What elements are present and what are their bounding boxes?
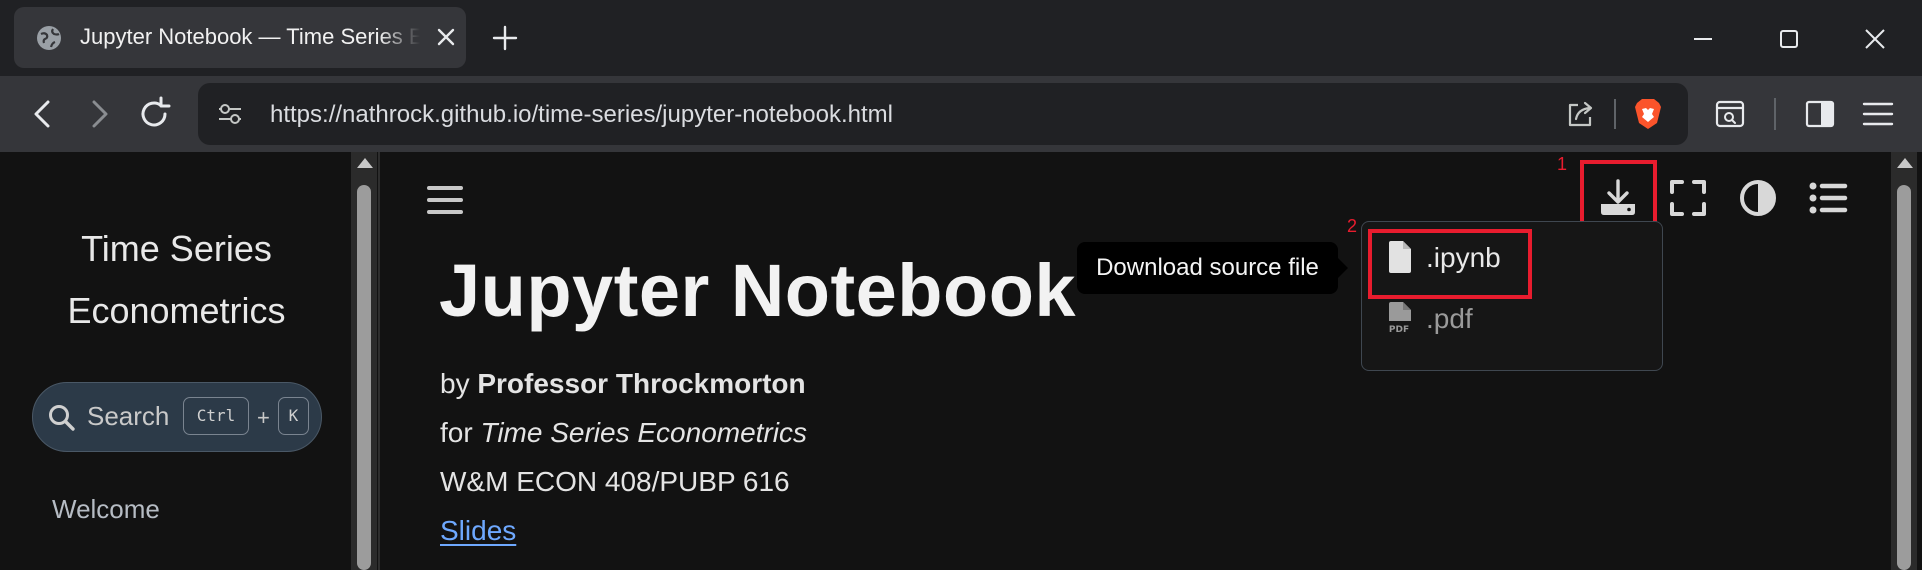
course-code: W&M ECON 408/PUBP 616 [440, 466, 790, 497]
minimize-icon[interactable] [1686, 22, 1720, 56]
scroll-up-arrow-icon[interactable] [357, 158, 373, 168]
search-button[interactable]: Search Ctrl + K [32, 382, 322, 452]
site-title-line1: Time Series [81, 228, 272, 269]
table-of-contents-icon[interactable] [1806, 176, 1850, 220]
tooltip-arrow [1338, 258, 1348, 278]
tab-title: Jupyter Notebook — Time Series Econometr… [80, 24, 420, 49]
globe-icon [37, 26, 61, 50]
page-scrollbar[interactable] [1891, 152, 1917, 570]
download-pdf-label: .pdf [1426, 303, 1473, 334]
by-prefix: by [440, 368, 470, 399]
contrast-toggle-icon[interactable] [1736, 176, 1780, 220]
address-bar[interactable]: https://nathrock.github.io/time-series/j… [198, 83, 1688, 145]
sidebar-scrollbar[interactable] [351, 152, 377, 570]
pdf-file-icon: PDF [1389, 302, 1411, 335]
sidebar-menu-icon[interactable] [426, 182, 464, 218]
reading-mode-icon[interactable] [1712, 96, 1748, 132]
annotation-number-2: 2 [1347, 216, 1358, 236]
course-name: Time Series Econometrics [480, 417, 807, 448]
download-pdf-item[interactable]: PDF .pdf [1382, 295, 1642, 341]
main-content: Jupyter Notebook by Professor Throckmort… [380, 152, 1890, 570]
page-title: Jupyter Notebook [439, 249, 1077, 332]
site-settings-icon[interactable] [216, 100, 244, 128]
browser-toolbar: https://nathrock.github.io/time-series/j… [0, 76, 1922, 152]
fullscreen-icon[interactable] [1666, 176, 1710, 220]
sidebar-item-welcome[interactable]: Welcome [52, 494, 160, 525]
browser-tab-active[interactable]: Jupyter Notebook — Time Series Econometr… [14, 7, 466, 68]
author-line: by Professor Throckmorton [440, 368, 806, 400]
brave-shields-icon[interactable] [1632, 97, 1664, 131]
new-tab-icon[interactable] [490, 23, 520, 53]
reload-icon[interactable] [136, 95, 174, 133]
tab-strip: Jupyter Notebook — Time Series Econometr… [0, 0, 1922, 76]
close-icon[interactable] [434, 25, 458, 49]
course-line: for Time Series Econometrics [440, 417, 807, 449]
svg-text:PDF: PDF [1389, 325, 1409, 335]
site-title-line2: Econometrics [67, 290, 286, 331]
site-title[interactable]: Time Series Econometrics [0, 218, 353, 342]
sidebar-toggle-icon[interactable] [1802, 96, 1838, 132]
slides-link[interactable]: Slides [440, 515, 516, 546]
for-prefix: for [440, 417, 473, 448]
shortcut-key-k: K [278, 397, 309, 435]
shortcut-plus: + [257, 405, 270, 430]
toolbar-divider [1774, 98, 1776, 130]
author-name: Professor Throckmorton [477, 368, 806, 399]
close-window-icon[interactable] [1858, 22, 1892, 56]
web-page: Time Series Econometrics Search Ctrl + K… [0, 152, 1922, 570]
maximize-icon[interactable] [1772, 22, 1806, 56]
share-icon[interactable] [1564, 99, 1596, 131]
slides-link-line: Slides [440, 515, 516, 547]
tooltip-text: Download source file [1096, 254, 1319, 281]
url-text[interactable]: https://nathrock.github.io/time-series/j… [270, 101, 893, 129]
search-label: Search [87, 401, 170, 431]
page-scroll-up-arrow-icon[interactable] [1897, 158, 1913, 168]
menu-icon[interactable] [1860, 96, 1896, 132]
download-tooltip: Download source file [1077, 242, 1338, 294]
annotation-number-1: 1 [1557, 154, 1568, 174]
shortcut-key-ctrl: Ctrl [183, 397, 249, 435]
annotation-box-ipynb [1368, 229, 1532, 299]
scrollbar-thumb[interactable] [357, 185, 371, 570]
back-arrow-icon[interactable] [24, 95, 62, 133]
search-icon [49, 405, 75, 431]
omnibox-divider [1614, 99, 1616, 129]
sidebar: Time Series Econometrics Search Ctrl + K… [0, 152, 353, 570]
forward-arrow-icon[interactable] [80, 95, 118, 133]
page-scrollbar-thumb[interactable] [1897, 185, 1911, 570]
